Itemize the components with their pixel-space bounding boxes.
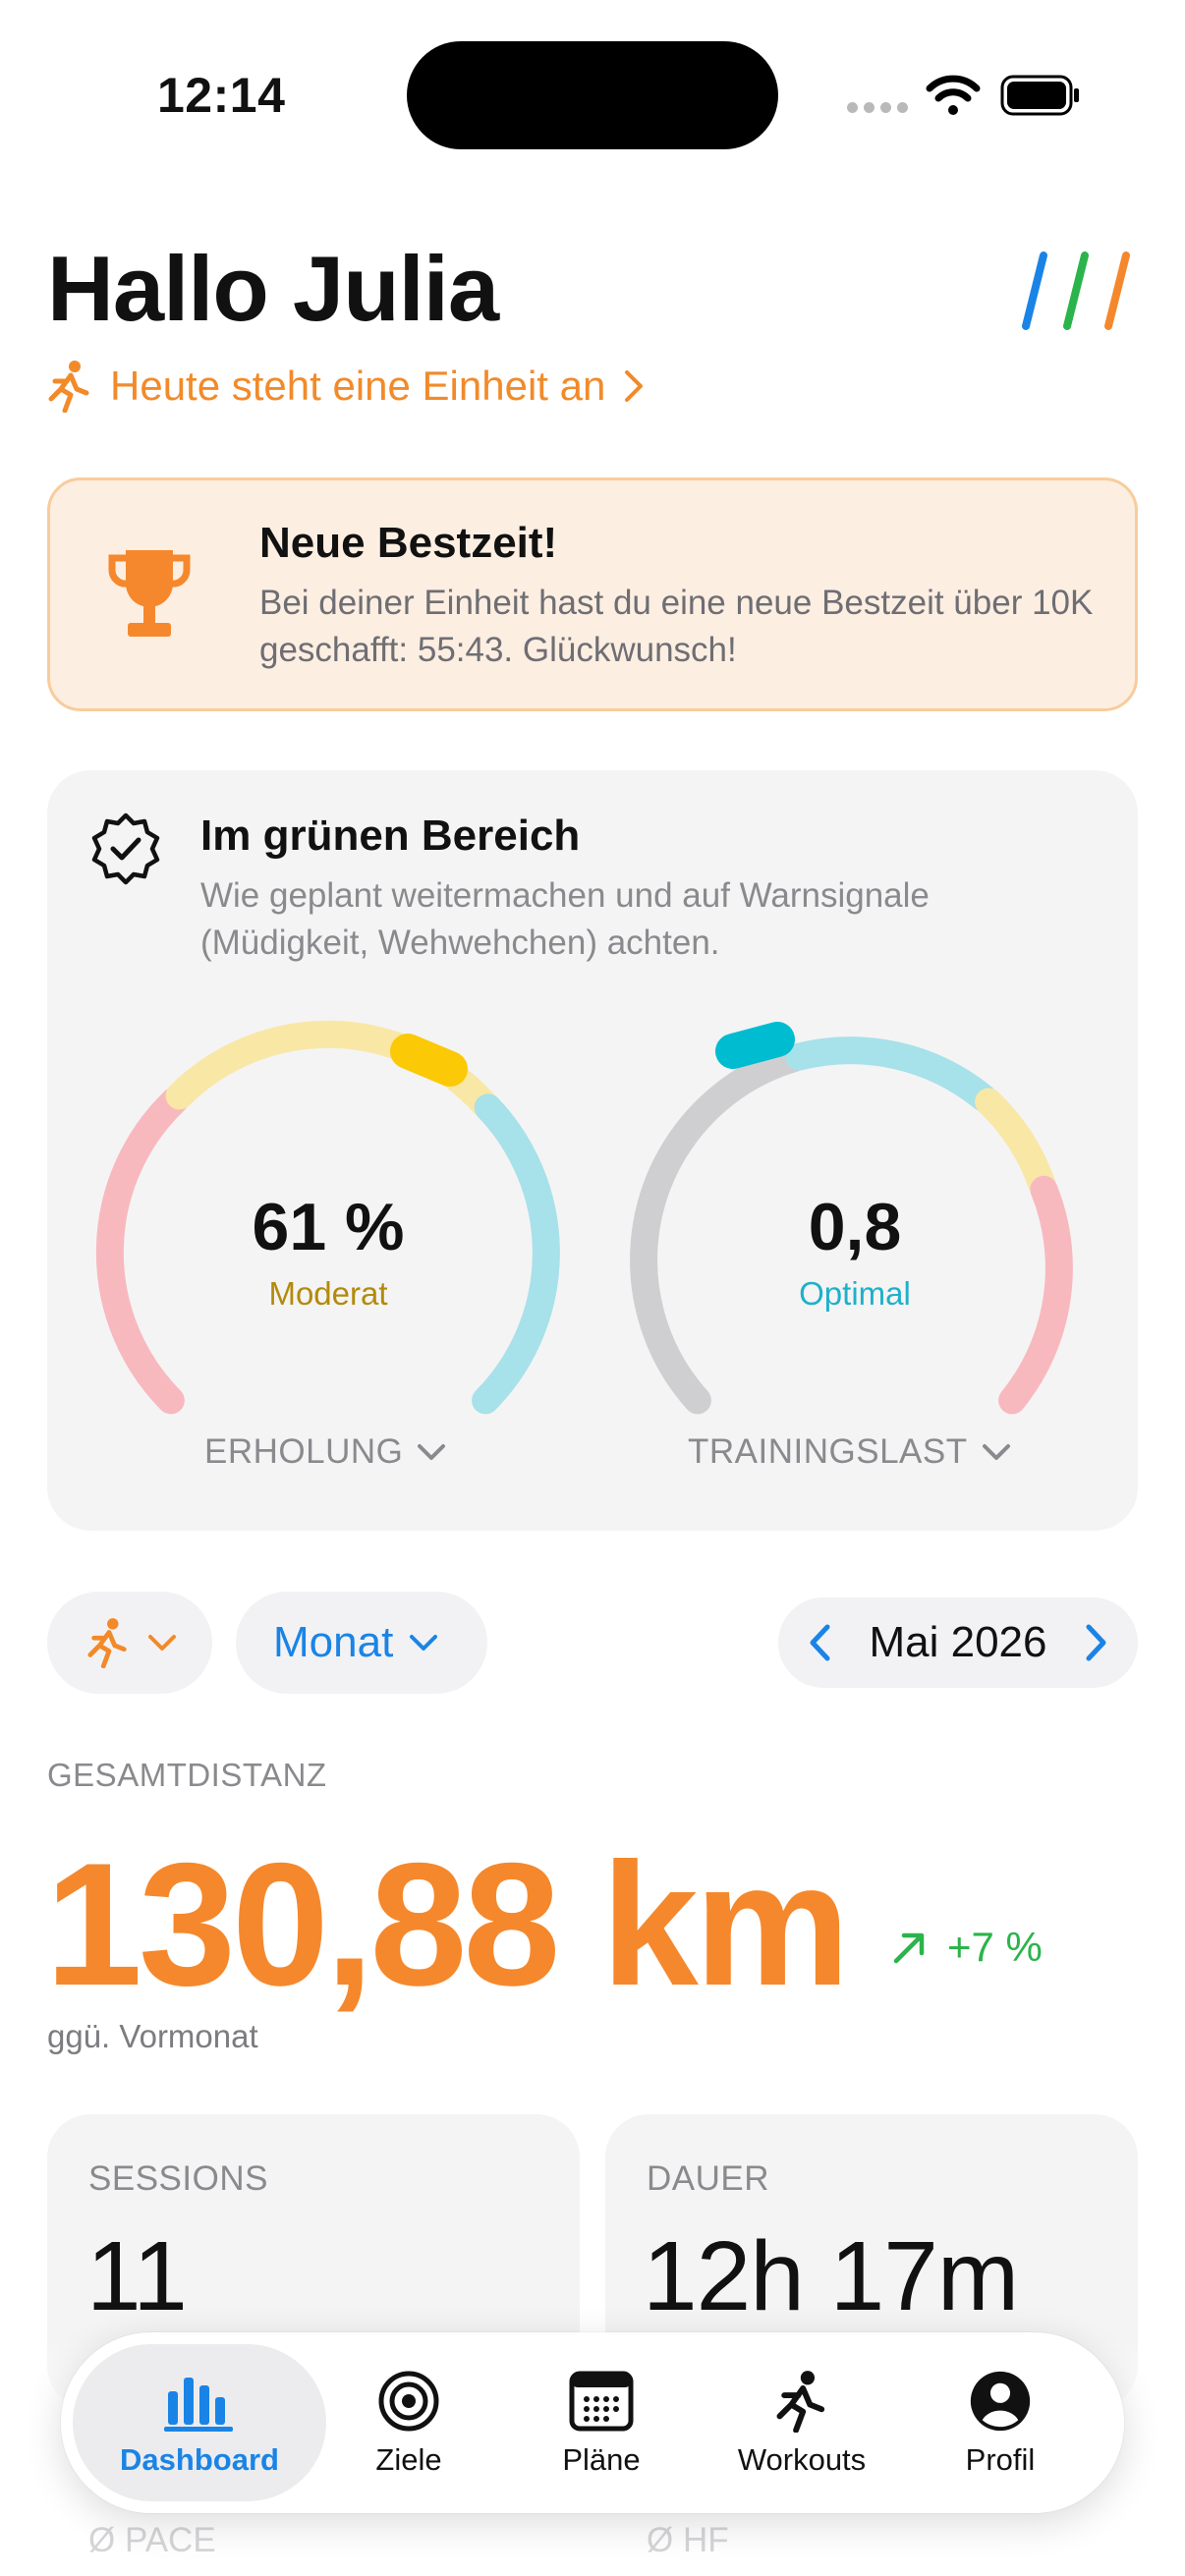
calendar-icon bbox=[569, 2371, 634, 2432]
tab-plans[interactable]: Pläne bbox=[503, 2370, 700, 2478]
readiness-title: Im grünen Bereich bbox=[200, 812, 581, 860]
arrow-up-right-icon bbox=[893, 1932, 925, 1964]
distance-change-value: +7 % bbox=[947, 1924, 1043, 1970]
dynamic-island bbox=[407, 41, 778, 149]
trophy-icon bbox=[108, 550, 191, 637]
recovery-toggle[interactable]: ERHOLUNG bbox=[204, 1432, 446, 1472]
target-icon bbox=[378, 2371, 439, 2432]
chevron-left-icon[interactable] bbox=[808, 1623, 831, 1662]
distance-change: +7 % bbox=[890, 1924, 1043, 1971]
wifi-icon bbox=[926, 75, 981, 115]
chevron-down-icon bbox=[982, 1444, 1010, 1460]
recovery-status: Moderat bbox=[268, 1275, 388, 1312]
today-session-text: Heute steht eine Einheit an bbox=[110, 363, 606, 409]
duration-value: 12h 17m bbox=[643, 2221, 1019, 2331]
tab-goals-label: Ziele bbox=[375, 2442, 442, 2477]
duration-label: DAUER bbox=[647, 2159, 770, 2198]
recovery-label: ERHOLUNG bbox=[204, 1432, 404, 1471]
signal-icon bbox=[847, 102, 908, 113]
sessions-label: SESSIONS bbox=[88, 2159, 268, 2198]
status-time: 12:14 bbox=[157, 68, 286, 123]
selected-month: Mai 2026 bbox=[869, 1618, 1047, 1666]
date-navigator: Mai 2026 bbox=[778, 1597, 1138, 1688]
tab-dashboard[interactable]: Dashboard bbox=[101, 2370, 298, 2478]
heart-rate-label: Ø HF bbox=[647, 2521, 729, 2559]
training-load-toggle[interactable]: TRAININGSLAST bbox=[688, 1432, 1011, 1472]
chevron-right-icon[interactable] bbox=[1085, 1623, 1108, 1662]
training-load-status: Optimal bbox=[799, 1275, 911, 1312]
pace-label: Ø PACE bbox=[88, 2521, 216, 2559]
tab-workouts[interactable]: Workouts bbox=[704, 2370, 900, 2478]
app-logo-icon bbox=[1022, 252, 1130, 330]
training-load-label: TRAININGSLAST bbox=[688, 1432, 968, 1471]
today-session-link[interactable]: Heute steht eine Einheit an bbox=[47, 360, 645, 413]
running-icon bbox=[48, 361, 89, 413]
total-distance-value: 130,88 km bbox=[45, 1826, 850, 2022]
personal-best-text: Bei deiner Einheit hast du eine neue Bes… bbox=[259, 584, 1094, 669]
person-icon bbox=[970, 2371, 1031, 2432]
battery-icon bbox=[1000, 75, 1079, 116]
chevron-down-icon bbox=[410, 1635, 438, 1651]
tab-profile-label: Profil bbox=[965, 2442, 1036, 2477]
period-label: Monat bbox=[273, 1618, 394, 1666]
personal-best-title: Neue Bestzeit! bbox=[259, 519, 558, 567]
recovery-value: 61 % bbox=[252, 1190, 405, 1264]
sessions-value: 11 bbox=[86, 2221, 188, 2331]
chevron-right-icon bbox=[625, 370, 644, 402]
running-icon bbox=[87, 1618, 127, 1668]
activity-filter[interactable] bbox=[47, 1592, 212, 1694]
period-filter[interactable]: Monat bbox=[236, 1592, 487, 1694]
greeting-title: Hallo Julia bbox=[47, 237, 499, 340]
tab-goals[interactable]: Ziele bbox=[310, 2370, 507, 2478]
tab-plans-label: Pläne bbox=[562, 2442, 641, 2477]
total-distance-label: GESAMTDISTANZ bbox=[47, 1757, 327, 1793]
tab-profile[interactable]: Profil bbox=[902, 2370, 1099, 2478]
compare-note: ggü. Vormonat bbox=[47, 2018, 258, 2054]
chevron-down-icon bbox=[148, 1635, 176, 1651]
badge-check-icon bbox=[91, 812, 160, 885]
readiness-text: Wie geplant weitermachen und auf Warnsig… bbox=[200, 876, 930, 962]
chevron-down-icon bbox=[418, 1444, 446, 1460]
training-load-value: 0,8 bbox=[808, 1190, 902, 1264]
training-load-gauge-marker bbox=[715, 1022, 795, 1069]
tab-workouts-label: Workouts bbox=[737, 2442, 867, 2477]
running-icon bbox=[776, 2371, 825, 2433]
chart-bars-icon bbox=[164, 2378, 233, 2432]
tab-dashboard-label: Dashboard bbox=[120, 2442, 279, 2477]
recovery-gauge-marker bbox=[390, 1034, 468, 1087]
